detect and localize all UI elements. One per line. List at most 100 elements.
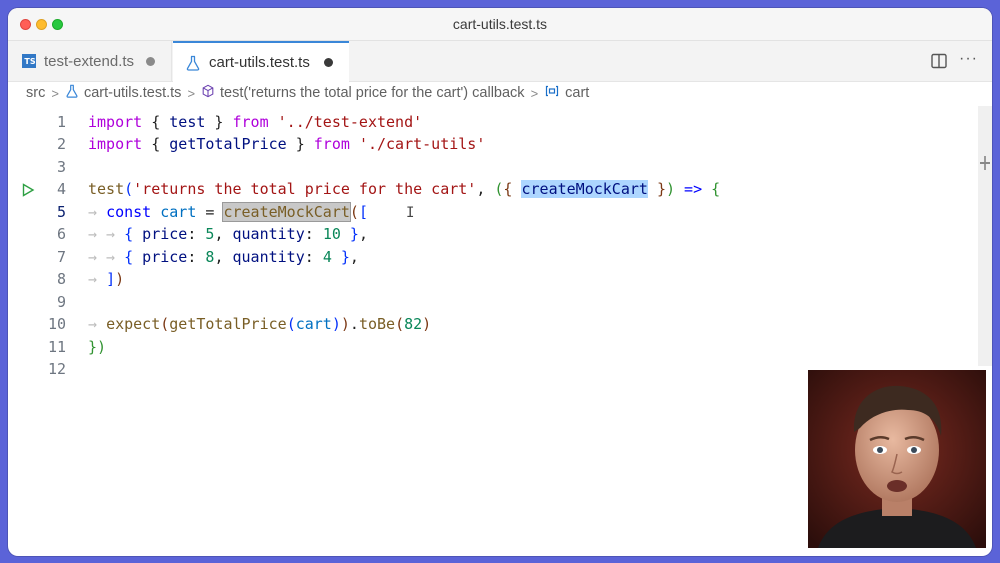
token-keyword: from [232,113,269,131]
token-bracket: { [124,225,134,243]
token-punct: , [358,225,368,243]
token-bracket: ) [331,315,341,333]
token-function: getTotalPrice [169,315,287,333]
token-punct: { [142,135,170,153]
token-punct: , [214,225,233,243]
code-line-4: test('returns the total price for the ca… [88,178,720,200]
breadcrumb: src > cart-utils.test.ts > test('returns… [26,82,589,104]
line-number: 3 [56,158,66,176]
title-bar: cart-utils.test.ts [8,8,992,41]
line-number: 7 [56,248,66,266]
line-number: 11 [47,338,66,356]
token-bracket: ) [422,315,432,333]
token-bracket: { [124,248,134,266]
token-bracket: ( [124,180,134,198]
token-bracket: ] [106,270,116,288]
modified-dot-icon[interactable] [146,56,156,66]
code-line-6: → → { price: 5, quantity: 10 }, [88,223,368,245]
line-number: 10 [47,315,66,333]
flask-icon [185,55,201,71]
tab-test-extend[interactable]: TS test-extend.ts [8,41,172,81]
indent-guide: → → [88,225,125,243]
indent-guide: → → [88,248,125,266]
token-bracket: } [349,225,359,243]
line-number: 9 [56,293,66,311]
code-line-8: → ]) [88,268,124,290]
line-number: 5 [56,203,66,221]
token-keyword: import [88,135,143,153]
line-number: 8 [56,270,66,288]
tab-bar: TS test-extend.ts cart-utils.test.ts ··· [8,41,992,82]
token-property: price [133,225,188,243]
token-string: './cart-utils' [358,135,486,153]
more-actions-icon[interactable]: ··· [959,50,978,68]
token-keyword: const [106,203,152,221]
presenter-image [808,370,986,548]
token-function: expect [106,315,161,333]
modified-dot-icon[interactable] [323,58,333,67]
token-bracket: ) [665,180,676,198]
token-punct: , [214,248,233,266]
breadcrumb-item-file[interactable]: cart-utils.test.ts [84,85,182,101]
breadcrumb-item-cart[interactable]: cart [565,85,589,101]
indent-guide: → [88,203,107,221]
variable-icon [544,84,560,102]
token-punct: . [349,315,359,333]
line-number: 2 [56,135,66,153]
line-number: 6 [56,225,66,243]
token-bracket: } [340,248,350,266]
chevron-right-icon: > [530,85,539,101]
token-bracket: ( [349,203,359,221]
vertical-scrollbar[interactable] [978,106,992,366]
token-punct: , [349,248,359,266]
text-cursor-icon: I [406,205,415,221]
token-punct: : [304,248,323,266]
token-function: test [88,180,125,198]
token-function-selected: createMockCart [222,202,351,222]
code-line-11: }) [88,336,106,358]
chevron-right-icon: > [187,85,196,101]
code-line-7: → → { price: 8, quantity: 4 }, [88,246,359,268]
tab-cart-utils-test[interactable]: cart-utils.test.ts [173,41,349,82]
token-punct: } [286,135,314,153]
token-punct: , [476,180,495,198]
code-line-2: import { getTotalPrice } from './cart-ut… [88,133,485,155]
code-line-1: import { test } from '../test-extend' [88,111,422,133]
cube-icon [201,84,215,102]
indent-guide: → [88,315,107,333]
token-property: quantity [232,248,305,266]
token-bracket: [ [358,203,368,221]
token-property: quantity [232,225,305,243]
line-number: 1 [56,113,66,131]
token-operator: = [196,203,224,221]
token-bracket: } [656,180,666,198]
token-arrow: => [675,180,712,198]
token-bracket: ) [340,315,350,333]
code-line-10: → expect(getTotalPrice(cart)).toBe(82) [88,313,431,335]
token-string: 'returns the total price for the cart' [133,180,477,198]
token-bracket: ) [97,338,107,356]
breadcrumb-item-src[interactable]: src [26,85,45,101]
run-test-icon[interactable] [21,183,35,197]
chevron-right-icon: > [51,85,59,101]
token-variable: cart [160,203,197,221]
token-punct: : [187,225,206,243]
tab-label: cart-utils.test.ts [209,54,310,71]
token-bracket: ) [115,270,125,288]
token-bracket: { [711,180,721,198]
breadcrumb-item-callback[interactable]: test('returns the total price for the ca… [220,85,525,101]
token-punct: : [187,248,206,266]
line-number: 12 [47,360,66,378]
token-number: 10 [322,225,341,243]
window-title: cart-utils.test.ts [452,16,548,32]
token-bracket: } [88,338,98,356]
tab-label: test-extend.ts [44,52,135,70]
token-punct: : [304,225,323,243]
split-editor-icon[interactable] [930,52,948,70]
